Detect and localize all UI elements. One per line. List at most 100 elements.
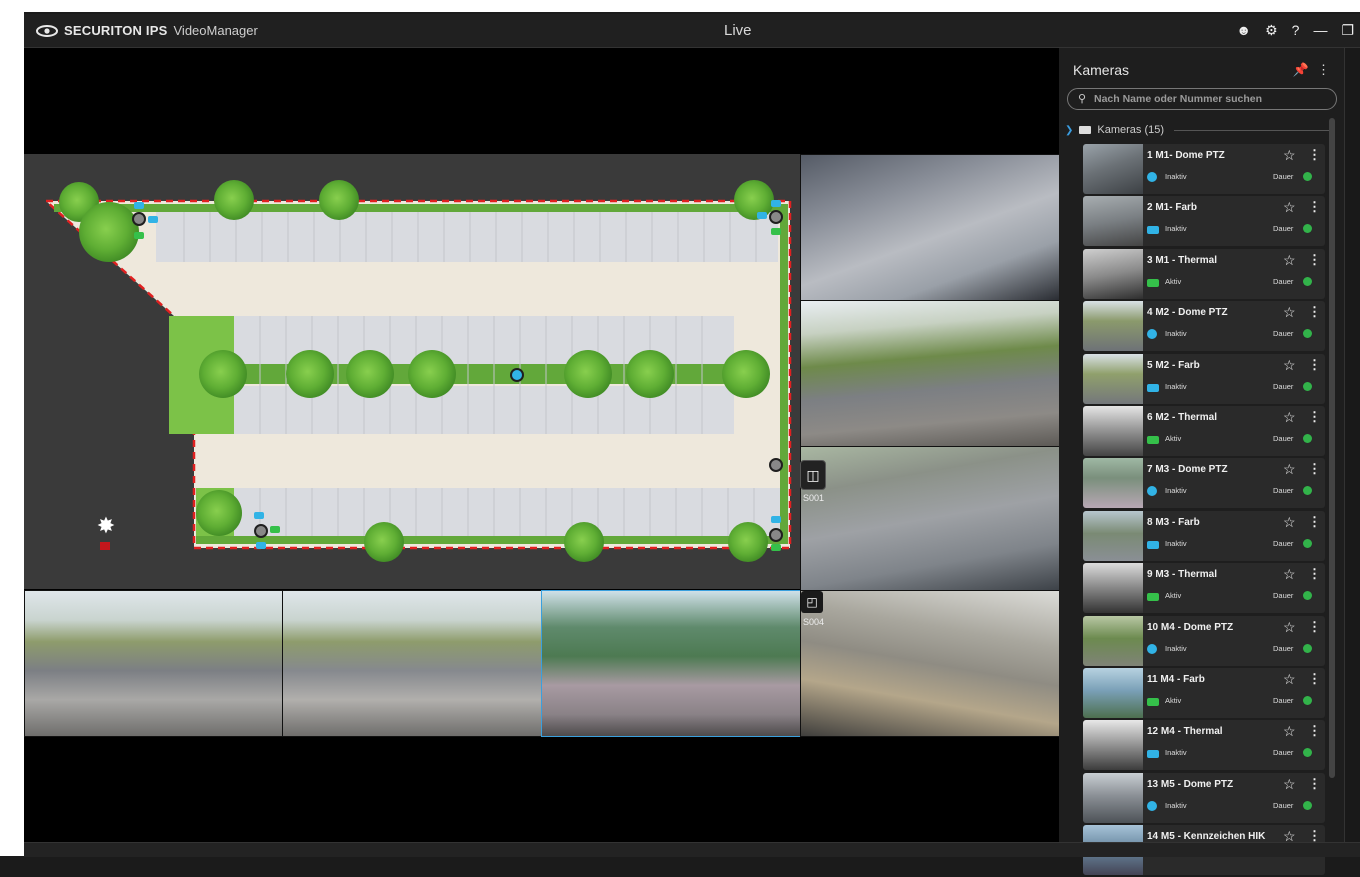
camera-search-input[interactable]: ⚲ Nach Name oder Nummer suchen xyxy=(1067,88,1337,110)
camera-icon[interactable] xyxy=(256,542,266,549)
more-vert-icon[interactable]: ⋮ xyxy=(1308,671,1321,687)
more-vert-icon[interactable]: ⋮ xyxy=(1308,147,1321,163)
camera-list-item[interactable]: 3 M1 - Thermal ☆ ⋮ Aktiv Dauer xyxy=(1083,248,1325,299)
camera-thumbnail[interactable] xyxy=(1083,615,1143,666)
panel-title: Kameras xyxy=(1073,62,1130,78)
more-vert-icon[interactable]: ⋮ xyxy=(1308,514,1321,530)
user-icon[interactable]: ☻ xyxy=(1236,22,1251,39)
camera-icon[interactable] xyxy=(771,228,781,235)
favorite-star-icon[interactable]: ☆ xyxy=(1283,304,1296,321)
favorite-star-icon[interactable]: ☆ xyxy=(1283,357,1296,374)
camera-list-item[interactable]: 9 M3 - Thermal ☆ ⋮ Aktiv Dauer xyxy=(1083,563,1325,614)
camera-marker[interactable] xyxy=(132,212,146,226)
restore-icon[interactable]: ❐ xyxy=(1341,22,1354,39)
chevron-down-icon[interactable]: ❯ xyxy=(1065,125,1073,136)
favorite-star-icon[interactable]: ☆ xyxy=(1283,409,1296,426)
camera-list-item[interactable]: 5 M2 - Farb ☆ ⋮ Inaktiv Dauer xyxy=(1083,353,1325,404)
camera-thumbnail[interactable] xyxy=(1083,772,1143,823)
camera-icon[interactable] xyxy=(771,200,781,207)
video-tile-cam-5[interactable] xyxy=(282,590,542,737)
camera-icon[interactable] xyxy=(757,212,767,219)
more-vert-icon[interactable]: ⋮ xyxy=(1308,409,1321,425)
favorite-star-icon[interactable]: ☆ xyxy=(1283,461,1296,478)
more-vert-icon[interactable]: ⋮ xyxy=(1308,304,1321,320)
door-icon[interactable]: ◫ xyxy=(800,460,826,490)
video-camera-icon xyxy=(1147,750,1159,759)
camera-list-item[interactable]: 10 M4 - Dome PTZ ☆ ⋮ Inaktiv Dauer xyxy=(1083,615,1325,666)
camera-icon[interactable] xyxy=(771,544,781,551)
median-hedge xyxy=(199,364,759,384)
camera-marker[interactable] xyxy=(510,368,524,382)
favorite-star-icon[interactable]: ☆ xyxy=(1283,252,1296,269)
camera-thumbnail[interactable] xyxy=(1083,720,1143,771)
more-vert-icon[interactable]: ⋮ xyxy=(1308,199,1321,215)
camera-list-item[interactable]: 2 M1- Farb ☆ ⋮ Inaktiv Dauer xyxy=(1083,196,1325,247)
more-vert-icon[interactable]: ⋮ xyxy=(1308,461,1321,477)
camera-list-item[interactable]: 7 M3 - Dome PTZ ☆ ⋮ Inaktiv Dauer xyxy=(1083,458,1325,509)
camera-marker[interactable] xyxy=(769,458,783,472)
favorite-star-icon[interactable]: ☆ xyxy=(1283,776,1296,793)
favorite-star-icon[interactable]: ☆ xyxy=(1283,147,1296,164)
more-vert-icon[interactable]: ⋮ xyxy=(1308,776,1321,792)
favorite-star-icon[interactable]: ☆ xyxy=(1283,619,1296,636)
favorite-star-icon[interactable]: ☆ xyxy=(1283,199,1296,216)
camera-list-item[interactable]: 8 M3 - Farb ☆ ⋮ Inaktiv Dauer xyxy=(1083,510,1325,561)
settings-icon[interactable]: ⚙ xyxy=(1265,22,1278,39)
camera-icon[interactable] xyxy=(771,516,781,523)
compass-icon: ✸ xyxy=(96,513,116,538)
camera-list-item[interactable]: 1 M1- Dome PTZ ☆ ⋮ Inaktiv Dauer xyxy=(1083,144,1325,194)
tile-label: S001 xyxy=(803,493,825,503)
camera-thumbnail[interactable] xyxy=(1083,353,1143,404)
camera-name: 12 M4 - Thermal xyxy=(1147,726,1223,738)
gate-icon[interactable]: ◰ xyxy=(801,591,823,613)
video-tile-cam-6[interactable] xyxy=(541,590,801,737)
camera-icon[interactable] xyxy=(270,526,280,533)
camera-list-item[interactable]: 12 M4 - Thermal ☆ ⋮ Inaktiv Dauer xyxy=(1083,720,1325,771)
help-icon[interactable]: ? xyxy=(1292,22,1300,39)
more-vert-icon[interactable]: ⋮ xyxy=(1308,357,1321,373)
camera-thumbnail[interactable] xyxy=(1083,667,1143,718)
camera-thumbnail[interactable] xyxy=(1083,405,1143,456)
camera-marker[interactable] xyxy=(769,210,783,224)
pin-icon[interactable]: 📌 xyxy=(1293,62,1309,77)
more-vert-icon[interactable]: ⋮ xyxy=(1308,252,1321,268)
camera-list-scrollbar[interactable] xyxy=(1329,118,1335,778)
more-vert-icon[interactable]: ⋮ xyxy=(1317,62,1330,77)
more-vert-icon[interactable]: ⋮ xyxy=(1308,566,1321,582)
more-vert-icon[interactable]: ⋮ xyxy=(1308,723,1321,739)
site-map[interactable]: ✸ xyxy=(24,154,800,589)
camera-thumbnail[interactable] xyxy=(1083,563,1143,614)
camera-thumbnail[interactable] xyxy=(1083,301,1143,352)
camera-thumbnail[interactable] xyxy=(1083,248,1143,299)
video-tile-cam-4[interactable] xyxy=(24,590,284,737)
video-tile-cam-2[interactable] xyxy=(800,300,1060,447)
video-tile-cam-3[interactable]: S001 xyxy=(800,446,1060,591)
camera-thumbnail[interactable] xyxy=(1083,458,1143,509)
camera-icon[interactable] xyxy=(134,202,144,209)
camera-list-item[interactable]: 11 M4 - Farb ☆ ⋮ Aktiv Dauer xyxy=(1083,667,1325,718)
favorite-star-icon[interactable]: ☆ xyxy=(1283,566,1296,583)
camera-thumbnail[interactable] xyxy=(1083,510,1143,561)
camera-icon[interactable] xyxy=(254,512,264,519)
camera-status: Aktiv xyxy=(1165,591,1182,601)
camera-marker[interactable] xyxy=(769,528,783,542)
camera-list-item[interactable]: 6 M2 - Thermal ☆ ⋮ Aktiv Dauer xyxy=(1083,405,1325,456)
camera-thumbnail[interactable] xyxy=(1083,196,1143,247)
video-tile-cam-7[interactable]: ◰ S004 xyxy=(800,590,1060,737)
camera-marker[interactable] xyxy=(254,524,268,538)
camera-icon[interactable] xyxy=(148,216,158,223)
more-vert-icon[interactable]: ⋮ xyxy=(1308,619,1321,635)
minimize-icon[interactable]: — xyxy=(1313,22,1327,39)
recording-mode: Dauer xyxy=(1273,381,1294,391)
video-tile-cam-1[interactable] xyxy=(800,154,1060,301)
camera-icon[interactable] xyxy=(134,232,144,239)
camera-list-item[interactable]: 13 M5 - Dome PTZ ☆ ⋮ Inaktiv Dauer xyxy=(1083,772,1325,823)
favorite-star-icon[interactable]: ☆ xyxy=(1283,671,1296,688)
favorite-star-icon[interactable]: ☆ xyxy=(1283,723,1296,740)
tree xyxy=(79,202,139,262)
camera-list-item[interactable]: 4 M2 - Dome PTZ ☆ ⋮ Inaktiv Dauer xyxy=(1083,301,1325,352)
camera-group-header[interactable]: ❯ Kameras (15) xyxy=(1065,122,1331,138)
camera-thumbnail[interactable] xyxy=(1083,144,1143,194)
favorite-star-icon[interactable]: ☆ xyxy=(1283,514,1296,531)
tree xyxy=(734,180,774,220)
